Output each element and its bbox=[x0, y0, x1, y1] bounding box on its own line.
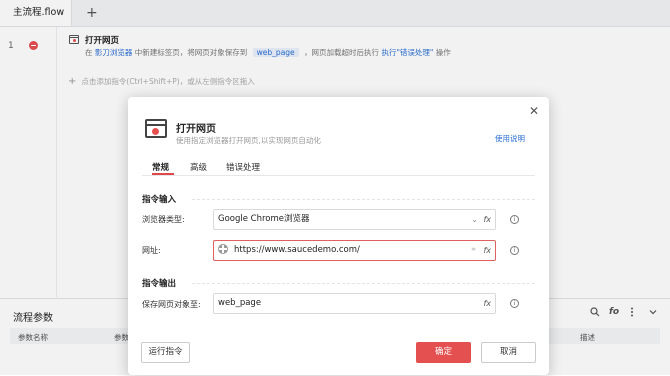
confirm-button[interactable]: 确定 bbox=[416, 342, 471, 363]
tab-error-handling[interactable]: 错误处理 bbox=[226, 161, 260, 173]
browser-type-label: 浏览器类型: bbox=[142, 215, 185, 224]
section-divider bbox=[192, 283, 535, 284]
browser-type-value: Google Chrome浏览器 bbox=[218, 214, 310, 224]
info-icon[interactable]: i bbox=[510, 215, 519, 224]
url-input[interactable]: https://www.saucedemo.com/ ≑ fx bbox=[213, 240, 496, 261]
save-to-input[interactable]: web_page fx bbox=[213, 293, 496, 314]
close-icon[interactable]: ✕ bbox=[529, 104, 539, 118]
fx-icon[interactable]: fx bbox=[483, 210, 491, 229]
browser-type-select[interactable]: Google Chrome浏览器 ⌄ fx bbox=[213, 209, 496, 230]
cancel-button[interactable]: 取消 bbox=[481, 342, 536, 363]
globe-icon bbox=[218, 244, 228, 254]
help-link[interactable]: 使用说明 bbox=[495, 133, 525, 144]
dialog-tabs: 常规 高级 错误处理 bbox=[142, 155, 535, 176]
url-label: 网址: bbox=[142, 246, 161, 255]
section-divider bbox=[192, 199, 535, 200]
open-webpage-dialog: 打开网页 使用指定浏览器打开网页,以实现网页自动化 使用说明 ✕ 常规 高级 错… bbox=[128, 97, 549, 375]
tab-general[interactable]: 常规 bbox=[152, 161, 169, 173]
open-webpage-icon bbox=[145, 119, 167, 138]
tab-advanced[interactable]: 高级 bbox=[190, 161, 207, 173]
url-value: https://www.saucedemo.com/ bbox=[234, 245, 360, 255]
section-input-heading: 指令输入 bbox=[142, 195, 177, 205]
run-instruction-button[interactable]: 运行指令 bbox=[141, 342, 190, 363]
fx-icon[interactable]: fx bbox=[483, 241, 491, 260]
resize-handle[interactable]: ≑ bbox=[471, 240, 476, 259]
chevron-down-icon[interactable]: ⌄ bbox=[471, 210, 478, 229]
fx-icon[interactable]: fx bbox=[483, 294, 491, 313]
active-tab-indicator bbox=[152, 173, 174, 175]
dialog-subtitle: 使用指定浏览器打开网页,以实现网页自动化 bbox=[176, 136, 321, 145]
section-output-heading: 指令输出 bbox=[142, 279, 177, 289]
save-to-value: web_page bbox=[218, 298, 262, 308]
save-to-label: 保存网页对象至: bbox=[142, 300, 201, 309]
info-icon[interactable]: i bbox=[510, 246, 519, 255]
dialog-title: 打开网页 bbox=[176, 124, 216, 135]
info-icon[interactable]: i bbox=[510, 299, 519, 308]
